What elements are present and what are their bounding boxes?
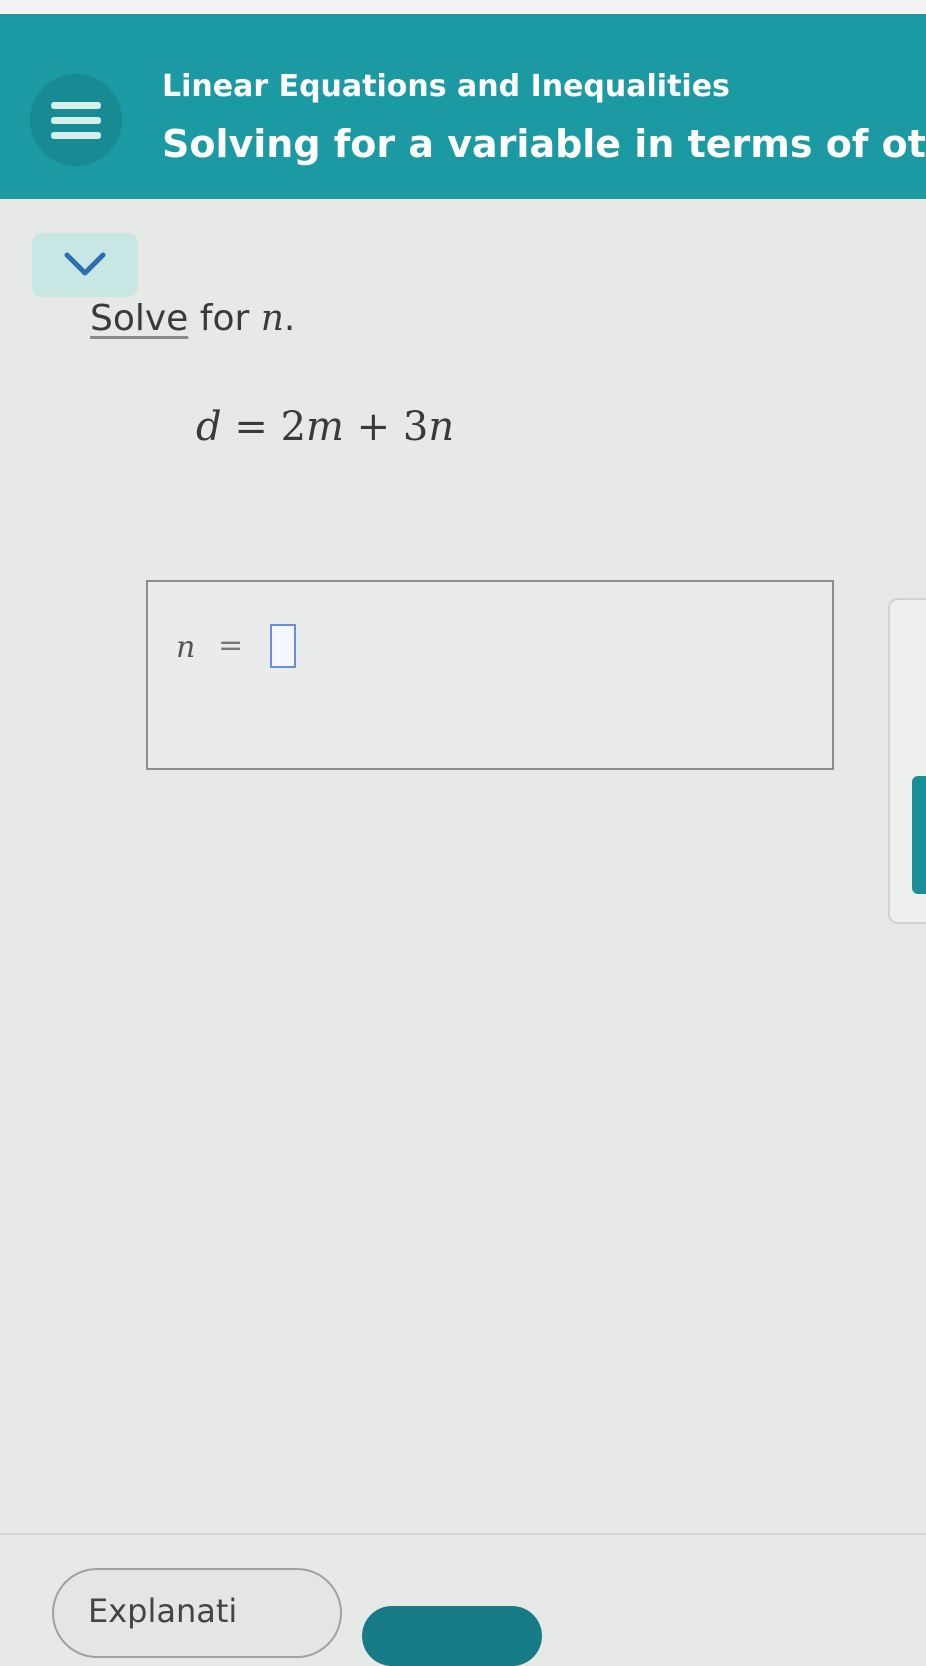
answer-input[interactable] [270, 624, 296, 668]
hamburger-icon [51, 101, 101, 109]
equation-var2: n [428, 404, 455, 450]
check-button[interactable] [362, 1606, 542, 1666]
browser-top-strip [0, 0, 926, 14]
collapse-button[interactable] [32, 233, 138, 297]
prompt-variable: n [260, 298, 284, 339]
equation-plus: + [343, 404, 403, 450]
prompt-period: . [283, 298, 296, 339]
hamburger-icon-line [51, 116, 101, 124]
equation-var1: m [306, 404, 344, 450]
topic-subtitle: Solving for a variable in terms of other… [162, 122, 926, 166]
footer-divider [0, 1533, 926, 1535]
equation-equals: = [221, 404, 281, 450]
menu-button[interactable] [30, 74, 122, 166]
equation-coef2: 3 [402, 404, 429, 450]
equation-lhs: d [196, 404, 222, 450]
topic-header: Linear Equations and Inequalities Solvin… [0, 14, 926, 199]
side-toolbar-button[interactable] [912, 776, 926, 894]
answer-variable: n [176, 630, 196, 665]
topic-title: Linear Equations and Inequalities [162, 69, 730, 104]
answer-box: n = [146, 580, 834, 770]
solve-link[interactable]: Solve [90, 298, 188, 339]
hamburger-icon-line [51, 131, 101, 139]
answer-equals: = [218, 628, 244, 663]
problem-prompt: Solve for n. [90, 298, 295, 339]
equation: d = 2m + 3n [196, 404, 454, 450]
prompt-for: for [188, 298, 261, 339]
explanation-label: Explanati [88, 1592, 238, 1630]
explanation-button[interactable]: Explanati [52, 1568, 342, 1658]
chevron-down-icon [64, 252, 106, 276]
equation-coef1: 2 [280, 404, 307, 450]
